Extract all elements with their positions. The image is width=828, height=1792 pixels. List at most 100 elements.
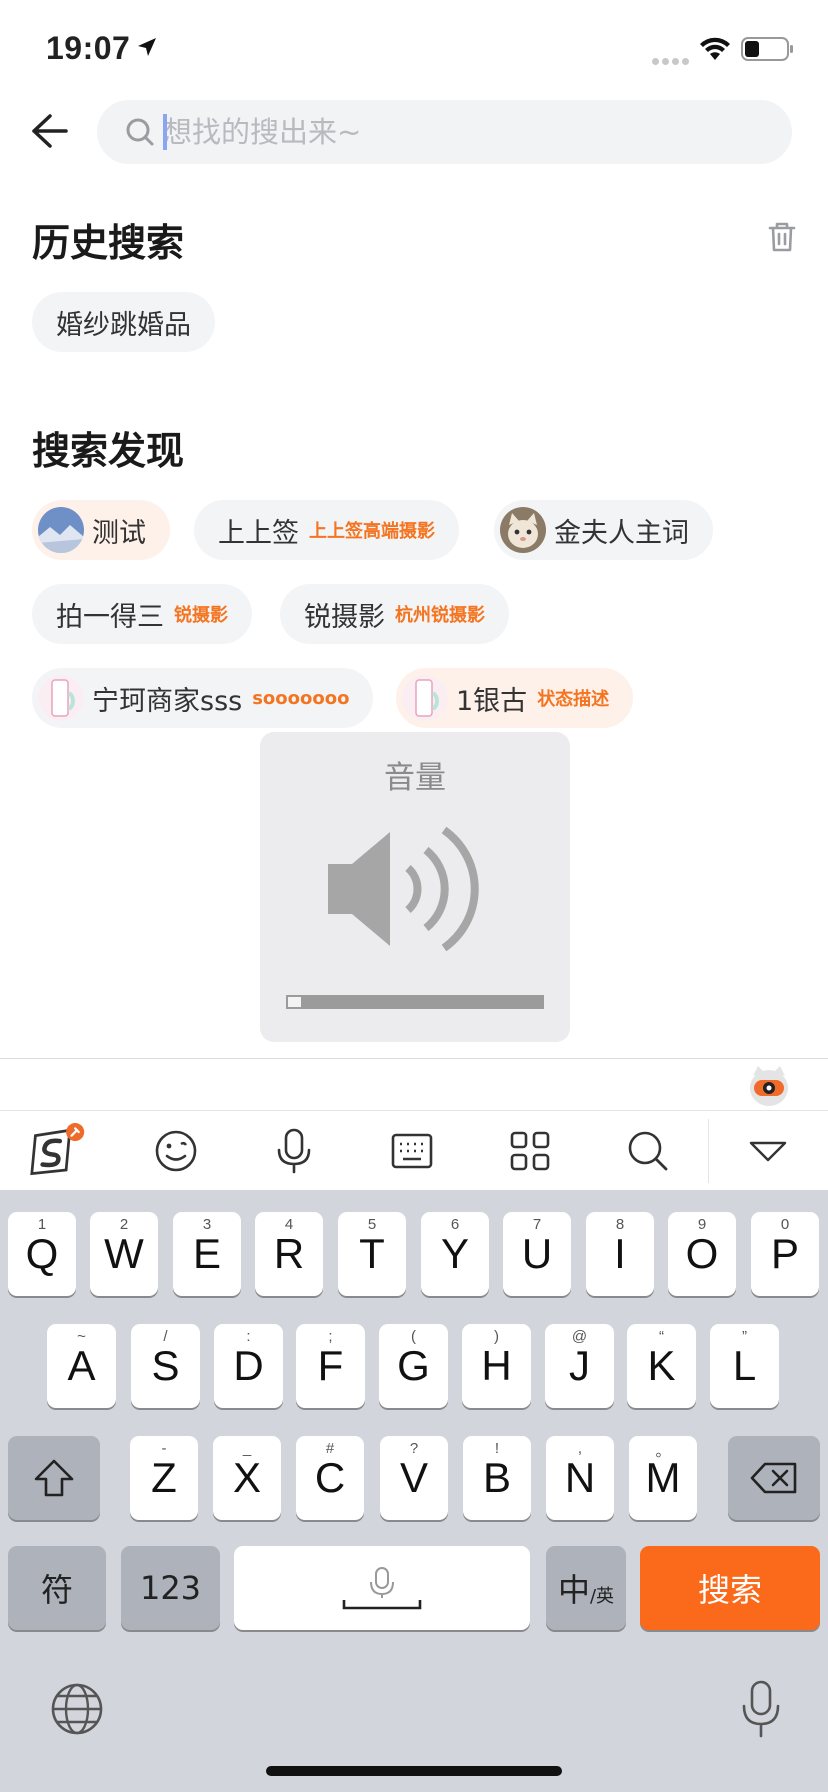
key-label: X — [232, 1454, 261, 1501]
discover-chip-sublabel: 状态描述 — [537, 689, 610, 710]
cellular-signal-icon — [652, 50, 692, 69]
key-g[interactable]: (G — [379, 1324, 448, 1408]
sogou-logo-button[interactable] — [30, 1123, 86, 1179]
key-n[interactable]: ,N — [546, 1436, 614, 1520]
discover-chip-label: 金夫人主词 — [554, 517, 689, 549]
key-f[interactable]: ; F — [296, 1324, 365, 1408]
key-label: L — [732, 1342, 757, 1389]
key-label: F — [317, 1342, 344, 1389]
home-indicator[interactable] — [266, 1766, 562, 1776]
keyboard-layout-button[interactable] — [384, 1123, 440, 1179]
discover-chip-label: 上上签 — [218, 517, 299, 549]
key-s[interactable]: / S — [131, 1324, 200, 1408]
key-label: Q — [25, 1230, 59, 1277]
key-w[interactable]: 2W — [90, 1212, 158, 1296]
key-label: K — [647, 1342, 676, 1389]
key-u[interactable]: 7U — [503, 1212, 571, 1296]
collapse-keyboard-button[interactable] — [740, 1123, 796, 1179]
key-o[interactable]: 9O — [668, 1212, 736, 1296]
key-label: P — [770, 1230, 799, 1277]
space-key[interactable] — [234, 1546, 530, 1630]
discover-chip[interactable]: 上上签 上上签高端摄影 — [194, 500, 459, 560]
language-switch-label: 中 /英 — [546, 1546, 626, 1630]
symbols-key[interactable]: 符 — [8, 1546, 106, 1630]
key-label: M — [645, 1454, 681, 1501]
discover-chip-sublabel: 锐摄影 — [174, 605, 228, 626]
back-arrow-icon[interactable] — [28, 110, 70, 152]
space-voice-icon — [342, 1567, 422, 1610]
speaker-icon — [328, 826, 479, 952]
key-label: Y — [440, 1230, 469, 1277]
backspace-key[interactable] — [728, 1436, 820, 1520]
key-z[interactable]: -Z — [130, 1436, 198, 1520]
key-label: O — [685, 1230, 719, 1277]
symbols-label: 符 — [40, 1571, 73, 1609]
discover-chip[interactable]: 锐摄影 杭州锐摄影 — [280, 584, 509, 644]
toolbar-divider — [708, 1119, 709, 1183]
shift-icon — [34, 1459, 74, 1497]
history-chip[interactable]: 婚纱跳婚品 — [32, 292, 215, 352]
globe-icon[interactable] — [50, 1682, 104, 1736]
shift-label — [8, 1436, 100, 1520]
key-label: S — [151, 1342, 180, 1389]
key-h[interactable]: ) H — [462, 1324, 531, 1408]
discover-chip-sublabel: 上上签高端摄影 — [309, 521, 435, 542]
keyboard-toolbar — [0, 1110, 828, 1190]
chevron-down-icon — [749, 1141, 787, 1162]
key-l[interactable]: ” L — [710, 1324, 779, 1408]
history-title: 历史搜索 — [32, 221, 185, 265]
discover-chip[interactable]: 测试 — [32, 500, 170, 560]
search-bar[interactable] — [97, 100, 792, 164]
apps-button[interactable] — [502, 1123, 558, 1179]
microphone-icon — [277, 1128, 311, 1174]
badge-avatar-icon — [402, 675, 448, 721]
sogou-mascot-icon[interactable] — [748, 1064, 790, 1108]
key-m[interactable]: 。 M — [629, 1436, 697, 1520]
key-k[interactable]: “K — [627, 1324, 696, 1408]
discover-title: 搜索发现 — [32, 429, 185, 473]
discover-chip-label: 1银古 — [456, 685, 528, 717]
discover-chip[interactable]: 金夫人主词 — [494, 500, 713, 560]
dictation-microphone-icon[interactable] — [740, 1680, 782, 1738]
key-p[interactable]: 0P — [751, 1212, 819, 1296]
key-r[interactable]: 4R — [255, 1212, 323, 1296]
volume-hud: 音量 — [260, 732, 570, 1042]
discover-chip-label: 测试 — [92, 517, 146, 549]
discover-chip[interactable]: 拍一得三 锐摄影 — [32, 584, 252, 644]
key-j[interactable]: @ J — [545, 1324, 614, 1408]
key-e[interactable]: 3E — [173, 1212, 241, 1296]
discover-chip[interactable]: 宁珂商家sss sooooooo — [32, 668, 374, 728]
key-label: B — [482, 1454, 511, 1501]
keyboard-search-button[interactable] — [620, 1123, 676, 1179]
voice-button[interactable] — [266, 1123, 322, 1179]
search-input[interactable] — [163, 100, 763, 164]
numbers-key[interactable]: 123 — [121, 1546, 220, 1630]
key-d[interactable]: :D — [214, 1324, 283, 1408]
search-key[interactable]: 搜索 — [640, 1546, 820, 1630]
key-q[interactable]: 1Q — [8, 1212, 76, 1296]
key-label: H — [481, 1342, 512, 1389]
key-b[interactable]: ! B — [463, 1436, 531, 1520]
key-v[interactable]: ? V — [380, 1436, 448, 1520]
key-label: V — [399, 1454, 428, 1501]
key-label: Z — [151, 1454, 177, 1501]
key-label: A — [67, 1342, 96, 1389]
language-switch-key[interactable]: 中 /英 — [546, 1546, 626, 1630]
trash-icon[interactable] — [765, 220, 799, 254]
key-i[interactable]: 8I — [586, 1212, 654, 1296]
numbers-label: 123 — [139, 1569, 202, 1607]
key-label: G — [397, 1342, 430, 1389]
cat-avatar-icon — [500, 507, 546, 553]
emoji-button[interactable] — [148, 1123, 204, 1179]
key-label: I — [614, 1230, 626, 1277]
key-a[interactable]: ~ A — [47, 1324, 116, 1408]
key-y[interactable]: 6Y — [421, 1212, 489, 1296]
key-x[interactable]: _ X — [213, 1436, 281, 1520]
key-label: U — [521, 1230, 553, 1277]
key-label: J — [569, 1342, 590, 1389]
shift-key[interactable] — [8, 1436, 100, 1520]
key-c[interactable]: # C — [296, 1436, 364, 1520]
key-label: T — [359, 1230, 385, 1277]
discover-chip[interactable]: 1银古 状态描述 — [396, 668, 634, 728]
key-t[interactable]: 5T — [338, 1212, 406, 1296]
